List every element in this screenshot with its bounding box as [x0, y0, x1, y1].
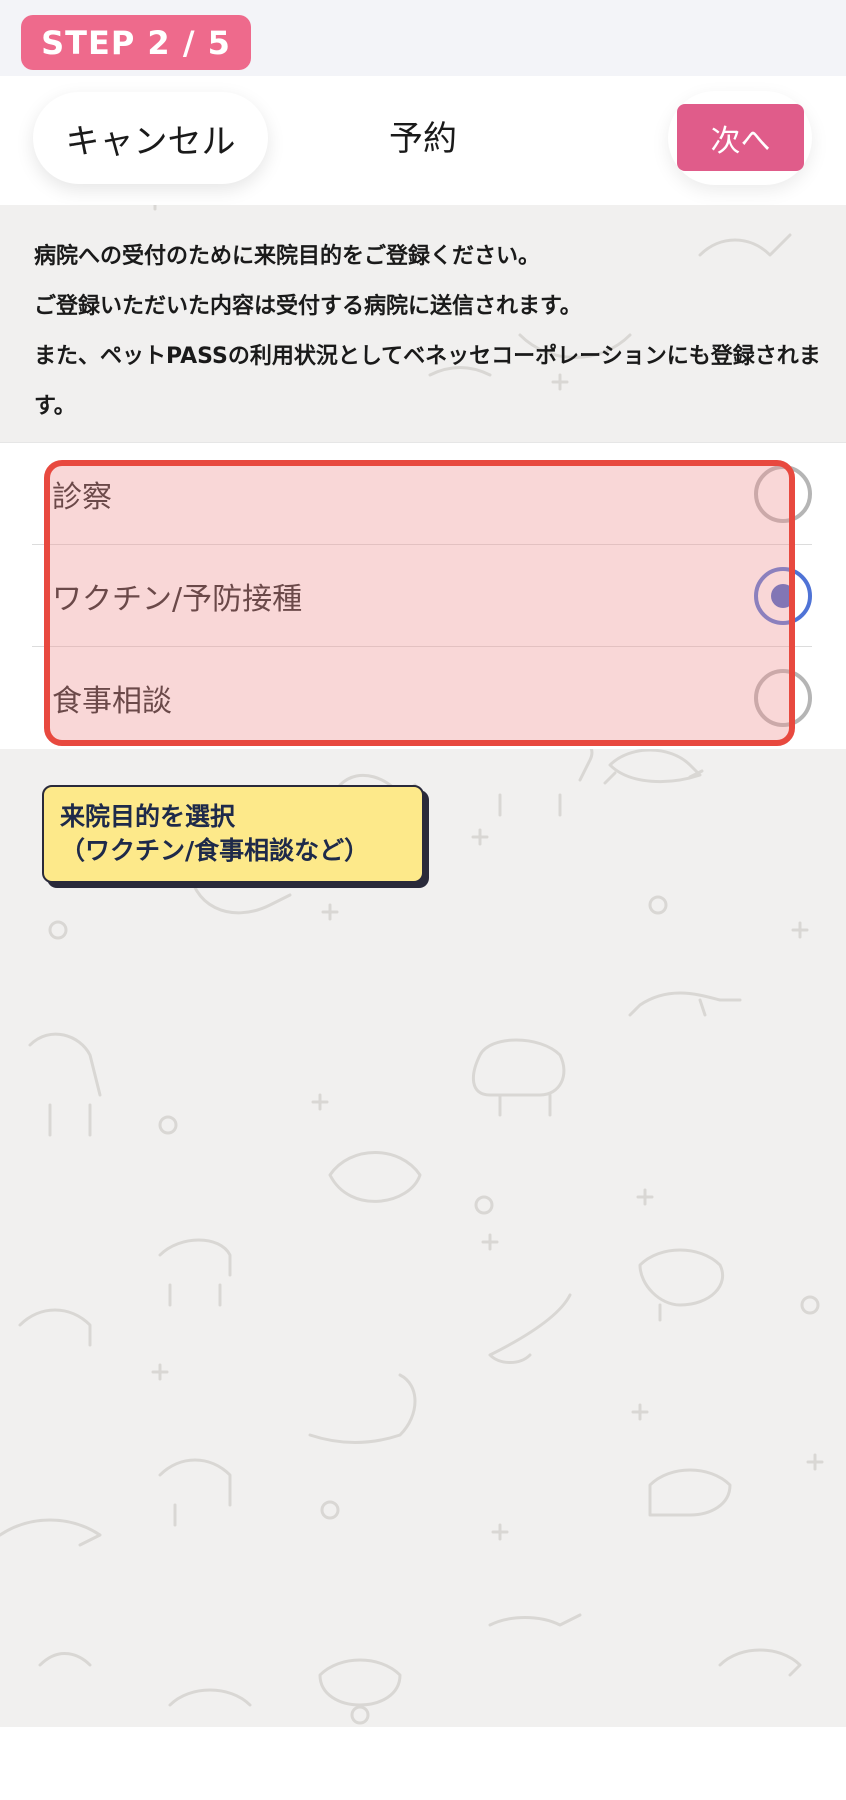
page-title: 予約 [389, 119, 457, 159]
option-row-vaccine[interactable]: ワクチン/予防接種 [32, 545, 812, 647]
option-row-diet[interactable]: 食事相談 [32, 647, 812, 749]
description-text: 病院への受付のために来院目的をご登録ください。 ご登録いただいた内容は受付する病… [34, 232, 824, 432]
description-line: 病院への受付のために来院目的をご登録ください。 [34, 244, 541, 269]
option-label: 食事相談 [52, 684, 172, 719]
animal-pattern-background [0, 205, 824, 1725]
option-label: ワクチン/予防接種 [52, 582, 303, 617]
next-button[interactable]: 次へ [677, 104, 804, 171]
visit-purpose-options: 診察 ワクチン/予防接種 食事相談 [0, 442, 846, 749]
navigation-header: キャンセル 予約 次へ [0, 76, 846, 205]
radio-selected[interactable] [754, 567, 812, 625]
next-button-container: 次へ [668, 91, 812, 185]
radio-unselected[interactable] [754, 669, 812, 727]
cancel-button[interactable]: キャンセル [33, 92, 268, 184]
callout-line: 来院目的を選択 [60, 802, 236, 831]
step-badge: STEP 2 / 5 [21, 15, 251, 70]
annotation-callout: 来院目的を選択 （ワクチン/食事相談など） [42, 785, 424, 883]
description-line: ご登録いただいた内容は受付する病院に送信されます。 [34, 294, 582, 319]
option-row-shinsatsu[interactable]: 診察 [32, 443, 812, 545]
callout-line: （ワクチン/食事相談など） [60, 836, 370, 865]
bottom-bar [0, 1727, 846, 1800]
radio-unselected[interactable] [754, 465, 812, 523]
option-label: 診察 [52, 480, 112, 515]
step-strip: STEP 2 / 5 [0, 0, 846, 76]
description-line: また、ペットPASSの利用状況としてベネッセコーポレーションにも登録されます。 [34, 344, 821, 419]
